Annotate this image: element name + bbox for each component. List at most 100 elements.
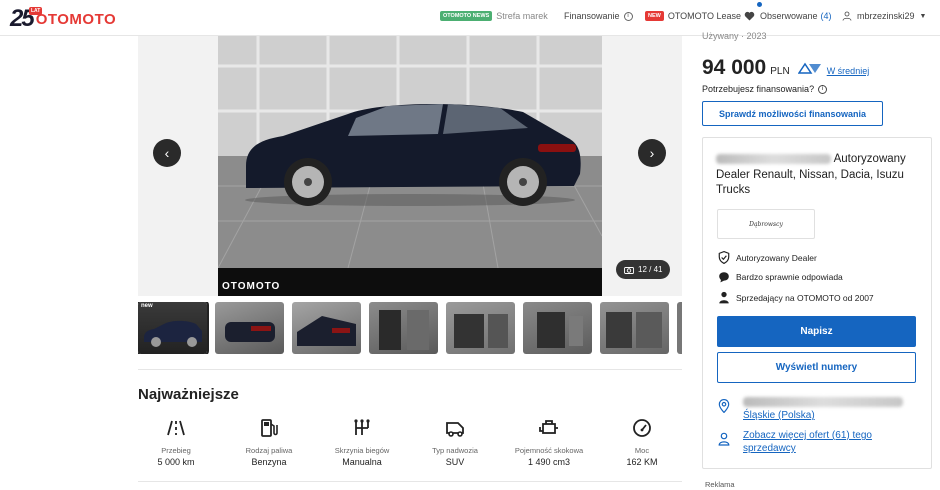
check-financing-button[interactable]: Sprawdź możliwości finansowania	[702, 101, 883, 126]
location-link[interactable]: Śląskie (Polska)	[743, 410, 815, 421]
more-offers-link[interactable]: Zobacz więcej ofert (61) tego sprzedawcy	[743, 430, 872, 454]
logo-lat-badge: LAT	[29, 7, 43, 15]
user-icon	[842, 11, 852, 21]
chevron-down-icon: ▼	[919, 12, 927, 20]
nav-lease-label: OTOMOTO Lease	[667, 11, 742, 21]
logo-anniversary-number: 25 LAT	[10, 5, 43, 32]
thumbnail[interactable]	[523, 302, 592, 354]
thumbnail-strip: new	[138, 302, 682, 354]
shield-check-icon	[718, 251, 730, 264]
new-badge: NEW	[645, 11, 664, 21]
price-currency: PLN	[770, 66, 790, 77]
thumbnail[interactable]	[292, 302, 361, 354]
photo-counter-text: 12 / 41	[638, 265, 663, 274]
spec-value: 1 490 cm3	[527, 457, 571, 467]
seller-feature-text: Bardzo sprawnie odpowiada	[736, 272, 843, 282]
price-rating-link[interactable]: W średniej	[827, 66, 870, 76]
seller-feature-text: Autoryzowany Dealer	[736, 252, 817, 263]
redacted-address	[743, 397, 903, 408]
heart-icon	[744, 11, 755, 21]
spec-item: Rodzaj paliwa Benzyna	[231, 418, 307, 467]
spec-label: Moc	[634, 446, 650, 455]
notification-dot	[757, 2, 762, 7]
thumbnail-badge: new	[141, 303, 153, 309]
main-photo[interactable]: OTOMOTO	[218, 36, 602, 296]
spec-value: SUV	[445, 457, 465, 467]
username: mbrzezinski29	[857, 11, 915, 21]
nav-otomoto-lease[interactable]: NEW OTOMOTO Lease	[645, 11, 741, 21]
spec-item: Skrzynia biegów Manualna	[324, 418, 400, 467]
news-badge: OTOMOTO NEWS	[440, 11, 493, 21]
show-phone-numbers-button[interactable]: Wyświetl numery	[717, 352, 916, 383]
gallery-prev-button[interactable]: ‹	[153, 139, 181, 167]
top-header: 25 LAT OTOMOTO OTOMOTO NEWS Strefa marek …	[0, 0, 940, 36]
spec-item: Typ nadwozia SUV	[417, 418, 493, 467]
spec-label: Pojemność skokowa	[514, 446, 584, 455]
listing-status-line: Używany · 2023	[702, 31, 767, 41]
chat-bubble-icon	[719, 272, 729, 283]
person-icon	[719, 291, 729, 304]
section-divider	[138, 481, 682, 482]
nav-user-menu[interactable]: mbrzezinski29 ▼	[842, 11, 926, 21]
nav-finansowanie-label: Finansowanie	[564, 11, 620, 21]
nav-finansowanie[interactable]: Finansowanie i	[564, 11, 633, 21]
price-value: 94 000	[702, 56, 767, 79]
logo-wordmark: OTOMOTO	[35, 10, 117, 28]
otomoto-logo[interactable]: 25 LAT OTOMOTO	[10, 5, 116, 33]
seller-feature: Autoryzowany Dealer	[718, 251, 817, 264]
section-divider	[138, 369, 682, 370]
spec-value: 5 000 km	[157, 457, 195, 467]
engine-icon	[539, 420, 558, 434]
seller-feature: Bardzo sprawnie odpowiada	[718, 271, 843, 283]
photo-counter[interactable]: 12 / 41	[616, 260, 671, 279]
fuel-pump-icon	[261, 419, 278, 437]
road-icon	[167, 420, 185, 436]
thumbnail[interactable]: new	[138, 302, 209, 354]
gearbox-icon	[354, 419, 370, 435]
spec-value: 162 KM	[626, 457, 658, 467]
financing-question-text: Potrzebujesz finansowania?	[702, 84, 815, 94]
photo-watermark: OTOMOTO	[222, 281, 281, 292]
spec-item: Pojemność skokowa 1 490 cm3	[511, 418, 587, 467]
speedometer-icon	[633, 419, 651, 437]
financing-question: Potrzebujesz finansowania? i	[702, 84, 828, 94]
nav-obserwowane-label: Obserwowane	[760, 11, 818, 21]
write-message-button[interactable]: Napisz	[717, 316, 916, 347]
dealer-logo[interactable]: Dąbrowscy	[717, 209, 815, 239]
thumbnail[interactable]	[677, 302, 682, 354]
thumbnail[interactable]	[446, 302, 515, 354]
price-block: 94 000 PLN W średniej	[702, 56, 869, 80]
chevron-right-icon: ›	[649, 145, 655, 161]
thumbnail[interactable]	[215, 302, 284, 354]
seller-feature-text: Sprzedający na OTOMOTO od 2007	[736, 292, 874, 303]
highlights-title: Najważniejsze	[138, 386, 239, 403]
redacted-dealer-name	[716, 153, 831, 164]
obserwowane-count: (4)	[820, 11, 832, 21]
seller-location[interactable]: Śląskie (Polska)	[718, 396, 908, 422]
spec-label: Skrzynia biegów	[334, 446, 390, 455]
person-outline-icon	[718, 432, 730, 446]
dealer-logo-text: Dąbrowscy	[749, 220, 783, 228]
spec-value: Manualna	[342, 457, 382, 467]
nav-obserwowane[interactable]: Obserwowane (4)	[744, 11, 832, 21]
nav-strefa-marek[interactable]: OTOMOTO NEWS Strefa marek	[440, 11, 548, 21]
car-body-icon	[446, 422, 464, 437]
dealer-name[interactable]: Autoryzowany Dealer Renault, Nissan, Dac…	[716, 152, 921, 199]
more-offers[interactable]: Zobacz więcej ofert (61) tego sprzedawcy	[718, 429, 908, 455]
price-rating-icon	[797, 62, 821, 74]
thumbnail[interactable]	[600, 302, 669, 354]
spec-item: Moc 162 KM	[604, 418, 680, 467]
spec-item: Przebieg 5 000 km	[138, 418, 214, 467]
spec-label: Typ nadwozia	[432, 446, 478, 455]
nav-strefa-label: Strefa marek	[496, 11, 548, 21]
info-icon: i	[623, 11, 633, 21]
spec-label: Przebieg	[161, 446, 191, 455]
thumbnail[interactable]	[369, 302, 438, 354]
camera-icon	[624, 266, 634, 274]
chevron-left-icon: ‹	[164, 145, 170, 161]
info-icon[interactable]: i	[818, 84, 828, 94]
photo-gallery: OTOMOTO ‹ › 12 / 41	[138, 36, 682, 296]
gallery-next-button[interactable]: ›	[638, 139, 666, 167]
ads-label: Reklama	[705, 480, 735, 489]
seller-feature: Sprzedający na OTOMOTO od 2007	[718, 291, 874, 304]
